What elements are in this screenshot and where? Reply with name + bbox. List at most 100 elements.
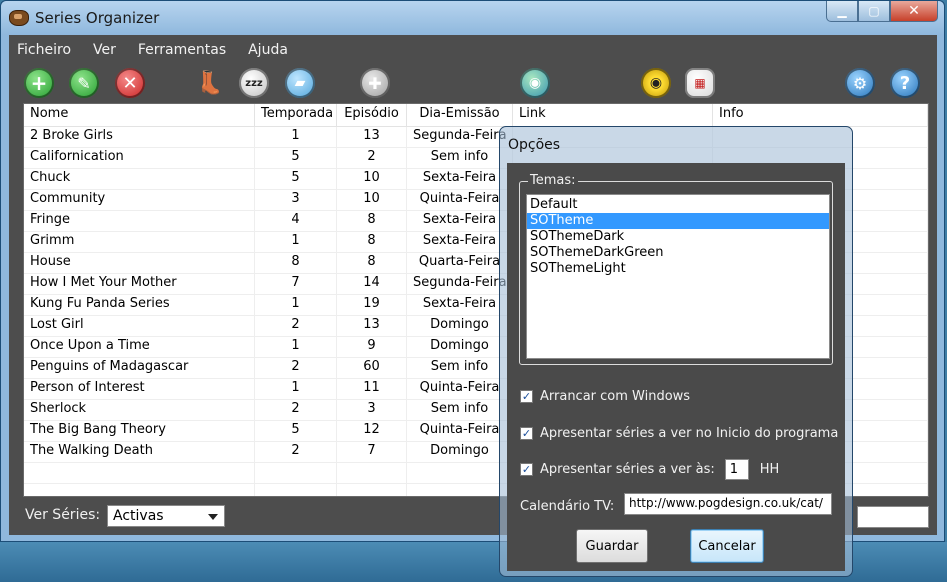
cell-temporada: 1 <box>255 295 337 315</box>
show-at-label: Apresentar séries a ver às: <box>540 462 715 477</box>
column-header-nome[interactable]: Nome <box>24 104 255 126</box>
hour-input[interactable]: 1 <box>724 459 749 480</box>
empty-cell <box>407 484 513 496</box>
add-series-icon[interactable]: + <box>24 68 54 98</box>
cell-temporada: 5 <box>255 421 337 441</box>
cell-episodio: 8 <box>337 211 407 231</box>
cell-dia-emissao: Domingo <box>407 442 513 462</box>
theme-item[interactable]: SOThemeDark <box>527 229 829 245</box>
filter-value: Activas <box>113 508 164 524</box>
calendar-icon[interactable]: ▦ <box>685 68 715 98</box>
column-header-link[interactable]: Link <box>513 104 713 126</box>
themes-label: Temas: <box>528 173 578 188</box>
menu-ajuda[interactable]: Ajuda <box>248 42 288 58</box>
empty-cell <box>24 484 255 496</box>
column-header-episodio[interactable]: Episódio <box>337 104 407 126</box>
cell-nome: 2 Broke Girls <box>24 127 255 147</box>
theme-item[interactable]: SOThemeDarkGreen <box>527 245 829 261</box>
column-header-dia-emissao[interactable]: Dia-Emissão <box>407 104 513 126</box>
minimize-button[interactable]: ▁ <box>826 1 858 22</box>
cell-temporada: 4 <box>255 211 337 231</box>
cell-episodio: 11 <box>337 379 407 399</box>
maximize-icon: ▢ <box>868 4 880 18</box>
menu-ferramentas[interactable]: Ferramentas <box>138 42 226 58</box>
cell-episodio: 8 <box>337 253 407 273</box>
calendar-label: Calendário TV: <box>520 499 615 514</box>
theme-item[interactable]: SOThemeLight <box>527 261 829 277</box>
cancel-button[interactable]: Cancelar <box>690 529 764 563</box>
column-header-info[interactable]: Info <box>713 104 928 126</box>
cell-nome: The Walking Death <box>24 442 255 462</box>
cell-nome: Kung Fu Panda Series <box>24 295 255 315</box>
empty-cell <box>337 463 407 483</box>
cell-temporada: 3 <box>255 190 337 210</box>
cell-temporada: 8 <box>255 253 337 273</box>
cell-dia-emissao: Sexta-Feira <box>407 169 513 189</box>
show-on-start-checkbox[interactable]: ✓ <box>520 427 533 440</box>
theme-item[interactable]: SOTheme <box>527 213 829 229</box>
menu-ficheiro[interactable]: Ficheiro <box>17 42 71 58</box>
menu-ver[interactable]: Ver <box>93 42 116 58</box>
start-with-windows-label: Arrancar com Windows <box>540 389 691 404</box>
show-on-start-label: Apresentar séries a ver no Inicio do pro… <box>540 426 839 441</box>
cell-temporada: 2 <box>255 400 337 420</box>
help-icon[interactable]: ? <box>890 68 920 98</box>
cell-dia-emissao: Sem info <box>407 148 513 168</box>
cell-nome: House <box>24 253 255 273</box>
cell-nome: Lost Girl <box>24 316 255 336</box>
hour-unit-label: HH <box>759 462 780 477</box>
save-button[interactable]: Guardar <box>576 529 648 563</box>
cell-nome: The Big Bang Theory <box>24 421 255 441</box>
search-input[interactable] <box>857 506 929 528</box>
cell-episodio: 10 <box>337 190 407 210</box>
boot-icon[interactable]: 👢 <box>195 68 225 98</box>
disabled-add-icon: ✚ <box>360 68 390 98</box>
themes-list[interactable]: Default SOTheme SOThemeDark SOThemeDarkGree… <box>526 194 830 359</box>
show-on-start-row[interactable]: ✓ Apresentar séries a ver no Inicio do p… <box>520 426 838 441</box>
cell-episodio: 7 <box>337 442 407 462</box>
cell-episodio: 8 <box>337 232 407 252</box>
cell-nome: Sherlock <box>24 400 255 420</box>
eye-icon[interactable]: ◉ <box>641 68 671 98</box>
cell-episodio: 60 <box>337 358 407 378</box>
theme-item[interactable]: Default <box>527 197 829 213</box>
cell-dia-emissao: Quinta-Feira <box>407 190 513 210</box>
sleep-icon[interactable]: zzz <box>239 68 269 98</box>
chevron-down-icon <box>208 514 218 520</box>
cell-dia-emissao: Sem info <box>407 358 513 378</box>
dialog-client-area: Temas: Default SOTheme SOThemeDark SOThemeD… <box>507 163 845 571</box>
cell-dia-emissao: Sexta-Feira <box>407 232 513 252</box>
cell-temporada: 1 <box>255 232 337 252</box>
cell-dia-emissao: Segunda-Feira <box>407 127 513 147</box>
column-header-temporada[interactable]: Temporada <box>255 104 337 126</box>
globe-icon[interactable]: ◉ <box>520 68 550 98</box>
cell-episodio: 12 <box>337 421 407 441</box>
cell-temporada: 5 <box>255 148 337 168</box>
cell-dia-emissao: Segunda-Feira <box>407 274 513 294</box>
delete-series-icon[interactable]: ✕ <box>115 68 145 98</box>
cell-dia-emissao: Quinta-Feira <box>407 379 513 399</box>
empty-cell <box>255 484 337 496</box>
cell-nome: Community <box>24 190 255 210</box>
folder-icon[interactable]: ▰ <box>285 68 315 98</box>
filter-dropdown[interactable]: Activas <box>107 505 225 527</box>
themes-groupbox: Temas: Default SOTheme SOThemeDark SOThemeD… <box>519 173 833 365</box>
cell-dia-emissao: Domingo <box>407 337 513 357</box>
cell-episodio: 9 <box>337 337 407 357</box>
table-header: Nome Temporada Episódio Dia-Emissão Link… <box>24 104 928 127</box>
maximize-button[interactable]: ▢ <box>858 1 890 22</box>
start-with-windows-row[interactable]: ✓ Arrancar com Windows <box>520 389 690 404</box>
cell-temporada: 1 <box>255 127 337 147</box>
settings-icon[interactable]: ⚙ <box>845 68 875 98</box>
start-with-windows-checkbox[interactable]: ✓ <box>520 390 533 403</box>
show-at-checkbox[interactable]: ✓ <box>520 463 533 476</box>
dialog-title: Opções <box>508 137 561 153</box>
edit-series-icon[interactable]: ✎ <box>69 68 99 98</box>
show-at-row[interactable]: ✓ Apresentar séries a ver às: 1 HH <box>520 459 779 480</box>
calendar-url-input[interactable]: http://www.pogdesign.co.uk/cat/ <box>624 493 832 515</box>
close-window-button[interactable]: ✕ <box>890 1 938 22</box>
empty-cell <box>337 484 407 496</box>
options-dialog: Opções Temas: Default SOTheme SOThemeDark S… <box>499 126 853 577</box>
cell-episodio: 19 <box>337 295 407 315</box>
empty-cell <box>255 463 337 483</box>
